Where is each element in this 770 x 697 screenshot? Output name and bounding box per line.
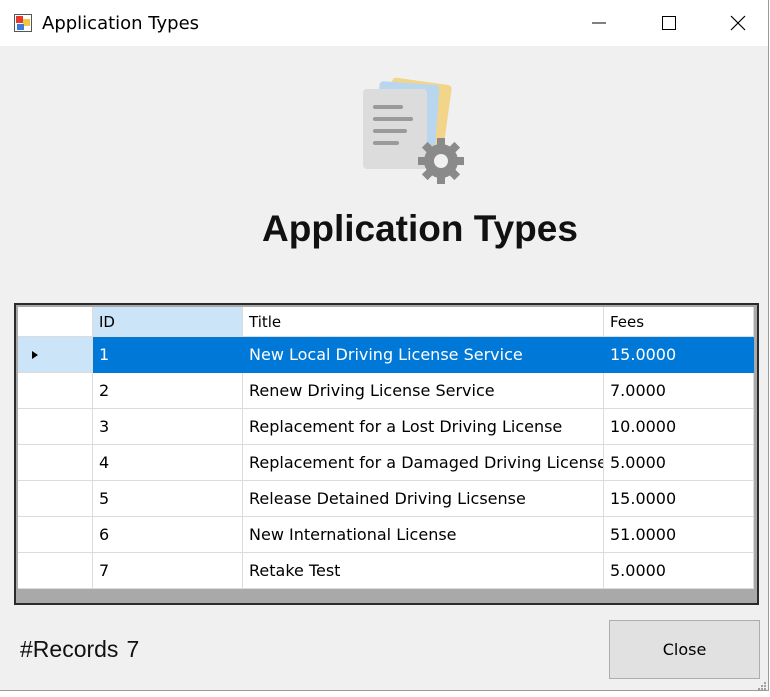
row-header[interactable] [18,337,93,373]
close-window-button[interactable] [703,0,770,46]
cell-fees[interactable]: 5.0000 [604,445,754,481]
grid-header-row: ID Title Fees [18,307,754,337]
cell-title[interactable]: Retake Test [243,553,604,589]
cell-title[interactable]: New International License [243,517,604,553]
minimize-icon [592,22,606,24]
cell-fees[interactable]: 7.0000 [604,373,754,409]
table-row[interactable]: 4 Replacement for a Damaged Driving Licen… [18,445,754,481]
resize-grip-icon[interactable] [756,680,766,690]
cell-title[interactable]: Release Detained Driving Licsense [243,481,604,517]
cell-fees[interactable]: 10.0000 [604,409,754,445]
cell-id[interactable]: 3 [93,409,243,445]
application-types-grid[interactable]: ID Title Fees 1 New Local Driving License… [14,303,759,605]
row-header[interactable] [18,553,93,589]
records-label: #Records [20,636,119,662]
close-icon [730,15,746,31]
records-count: 7 [126,636,140,662]
maximize-button[interactable] [634,0,704,46]
triangle-right-icon [32,350,38,359]
page-title: Application Types [262,208,578,249]
cell-title[interactable]: New Local Driving License Service [243,337,604,373]
row-header[interactable] [18,481,93,517]
document-settings-icon [363,77,464,184]
window-title: Application Types [42,13,200,34]
table-row[interactable]: 3 Replacement for a Lost Driving License 1… [18,409,754,445]
cell-fees[interactable]: 5.0000 [604,553,754,589]
row-header[interactable] [18,409,93,445]
table-row[interactable]: 6 New International License 51.0000 [18,517,754,553]
row-header-corner [18,307,93,337]
table-row[interactable]: 7 Retake Test 5.0000 [18,553,754,589]
cell-id[interactable]: 4 [93,445,243,481]
application-types-window: Application Types Application Types ID T… [0,0,769,691]
cell-title[interactable]: Renew Driving License Service [243,373,604,409]
column-header-id[interactable]: ID [93,307,243,337]
grid-body: 1 New Local Driving License Service 15.000… [18,337,754,589]
minimize-button[interactable] [564,0,634,46]
cell-id[interactable]: 2 [93,373,243,409]
cell-id[interactable]: 7 [93,553,243,589]
table-row[interactable]: 5 Release Detained Driving Licsense 15.000… [18,481,754,517]
cell-fees[interactable]: 15.0000 [604,337,754,373]
title-bar[interactable]: Application Types [0,0,768,46]
row-header[interactable] [18,445,93,481]
cell-title[interactable]: Replacement for a Lost Driving License [243,409,604,445]
column-header-title[interactable]: Title [243,307,604,337]
table-row[interactable]: 2 Renew Driving License Service 7.0000 [18,373,754,409]
cell-title[interactable]: Replacement for a Damaged Driving Licens… [243,445,604,481]
cell-fees[interactable]: 15.0000 [604,481,754,517]
row-header[interactable] [18,373,93,409]
records-count-label: #Records 7 [20,636,139,663]
maximize-icon [662,16,676,30]
table-row[interactable]: 1 New Local Driving License Service 15.000… [18,337,754,373]
close-button[interactable]: Close [609,620,760,679]
cell-fees[interactable]: 51.0000 [604,517,754,553]
cell-id[interactable]: 1 [93,337,243,373]
cell-id[interactable]: 6 [93,517,243,553]
cell-id[interactable]: 5 [93,481,243,517]
row-header[interactable] [18,517,93,553]
column-header-fees[interactable]: Fees [604,307,754,337]
app-icon [14,14,32,32]
